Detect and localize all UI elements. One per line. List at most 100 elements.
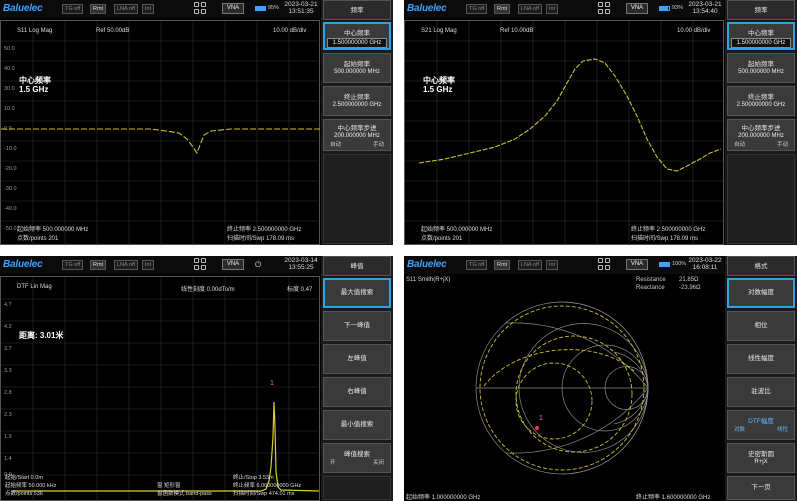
marker-point — [535, 426, 539, 430]
menu-title: 格式 — [727, 256, 795, 276]
center-freq-button[interactable]: 中心频率 1.500000000 GHz — [727, 22, 795, 50]
center-freq-button[interactable]: 中心频率 1.500000000 GHz — [323, 22, 391, 50]
remote-button[interactable]: Rmt — [90, 260, 107, 270]
layout-grid-icon[interactable] — [194, 258, 208, 272]
y-tick: -30.0 — [4, 186, 17, 192]
center-freq-value[interactable]: 1.500000000 GHz — [327, 38, 387, 48]
y-tick: -50.0 — [4, 226, 17, 232]
mode-indicator[interactable]: VNA — [222, 259, 244, 270]
trace-label: S11 Log Mag — [17, 28, 53, 34]
stop-freq-button[interactable]: 终止频率 2.500000000 GHz — [727, 86, 795, 116]
dtf-mag-button[interactable]: DTF幅度 对数 线性 — [727, 410, 795, 440]
mode-indicator[interactable]: VNA — [626, 3, 648, 14]
softkey-menu: 频率 中心频率 1.500000000 GHz 起始频率 500.000000 … — [725, 0, 797, 245]
min-search-button[interactable]: 最小值搜索 — [323, 410, 391, 440]
swr-button[interactable]: 驻波比 — [727, 377, 795, 407]
y-tick: -10.0 — [4, 146, 17, 152]
mode-indicator[interactable]: VNA — [222, 3, 244, 14]
tg-button[interactable]: TG off — [62, 4, 84, 14]
battery-icon — [659, 6, 670, 11]
trace-canvas — [405, 21, 725, 245]
start-freq-button[interactable]: 起始频率 500.000000 MHz — [323, 53, 391, 83]
marker-1-label[interactable]: 1 — [270, 380, 274, 387]
status-bar: Baluelec TG off Rmt LNA off Int VNA ⏻ 20… — [0, 256, 320, 274]
stop-freq-button[interactable]: 终止频率 2.500000000 GHz — [323, 86, 391, 116]
max-search-button[interactable]: 最大值搜索 — [323, 278, 391, 308]
y-tick: 50.0 — [4, 46, 15, 52]
mode-indicator[interactable]: VNA — [626, 259, 648, 270]
lin-mag-button[interactable]: 线性幅度 — [727, 344, 795, 374]
trace-plot[interactable]: S21 Log Mag Ref 10.00dB 10.00 dB/div 中心频… — [404, 20, 725, 245]
trace-plot[interactable]: DTF Lin Mag 线性刻度 0.00dTo/m 标度 0.47 距离: 3… — [0, 276, 321, 501]
marker-annotation: 中心频率 1.5 GHz — [19, 76, 51, 94]
next-page-button[interactable]: 下一页 — [727, 476, 795, 500]
sweep-time-label: 扫描时间/Swp 178.09 ms — [227, 236, 295, 242]
battery-icon — [659, 262, 670, 267]
points-label: 点数/points 201 — [17, 236, 59, 242]
lna-button[interactable]: LNA off — [518, 4, 542, 14]
power-plug-icon: ⏻ — [255, 260, 262, 269]
ref-int-button[interactable]: Int — [142, 4, 155, 14]
start-freq-label: 起始频率 50.000 kHz — [5, 483, 57, 489]
remote-button[interactable]: Rmt — [494, 260, 511, 270]
stop-distance-label: 终止/Stop 3.53m — [233, 475, 274, 481]
sweep-time-label: 扫描时间/Swp 178.09 ms — [631, 236, 699, 242]
start-freq-button[interactable]: 起始频率 500.000000 MHz — [727, 53, 795, 83]
ref-int-button[interactable]: Int — [142, 260, 155, 270]
lna-button[interactable]: LNA off — [114, 4, 138, 14]
points-label: 点数/points 536 — [5, 491, 43, 497]
peak-search-toggle[interactable]: 峰值搜索 开关闭 — [323, 443, 391, 473]
center-step-button[interactable]: 中心频率步进 200.000000 MHz 自动 手动 — [323, 119, 391, 151]
center-step-button[interactable]: 中心频率步进 200.000000 MHz 自动 手动 — [727, 119, 795, 151]
lna-button[interactable]: LNA off — [518, 260, 542, 270]
stop-freq-label: 终止频率 1.600000000 GHz — [636, 495, 711, 501]
log-mag-button[interactable]: 对数幅度 — [727, 278, 795, 308]
y-tick: 1.9 — [4, 434, 12, 440]
marker-1-label[interactable]: 1 — [539, 415, 543, 422]
remote-button[interactable]: Rmt — [90, 4, 107, 14]
phase-button[interactable]: 相位 — [727, 311, 795, 341]
sweep-time-label: 扫描时间/Swp 474.01 ms — [233, 491, 295, 497]
start-freq-label: 起始频率 500.000000 MHz — [421, 227, 493, 233]
y-tick: 3.3 — [4, 368, 12, 374]
layout-grid-icon[interactable] — [598, 258, 612, 272]
ref-label: 线性刻度 0.00dTo/m — [181, 287, 235, 293]
menu-title: 峰值 — [323, 256, 391, 276]
datetime: 2023-03-14 13:55:25 — [284, 257, 318, 271]
menu-title: 频率 — [727, 0, 795, 20]
marker-annotation: 距离: 3.01米 — [19, 331, 64, 340]
y-tick: 1.4 — [4, 456, 12, 462]
layout-grid-icon[interactable] — [598, 2, 612, 16]
screen-dtf-linmag: Baluelec TG off Rmt LNA off Int VNA ⏻ 20… — [0, 256, 393, 501]
lna-button[interactable]: LNA off — [114, 260, 138, 270]
tg-button[interactable]: TG off — [62, 260, 84, 270]
menu-empty-area — [727, 154, 795, 244]
trace-label: S11 Smith(R+jX) — [406, 277, 451, 283]
remote-button[interactable]: Rmt — [494, 4, 511, 14]
center-freq-value[interactable]: 1.500000000 GHz — [731, 38, 791, 48]
battery-icon — [255, 6, 266, 11]
start-freq-label: 起始频率 500.000000 MHz — [17, 227, 89, 233]
brand-logo: Baluelec — [407, 259, 447, 270]
menu-empty-area — [323, 154, 391, 244]
next-peak-button[interactable]: 下一峰值 — [323, 311, 391, 341]
right-peak-button[interactable]: 右峰值 — [323, 377, 391, 407]
ref-int-button[interactable]: Int — [546, 260, 559, 270]
ref-int-button[interactable]: Int — [546, 4, 559, 14]
screen-s11-smith: Baluelec TG off Rmt LNA off Int VNA 100%… — [404, 256, 797, 501]
smith-chart-button[interactable]: 史密斯圆 R+jX — [727, 443, 795, 473]
left-peak-button[interactable]: 左峰值 — [323, 344, 391, 374]
resistance-label: Resistance — [636, 277, 666, 283]
trace-canvas — [1, 21, 321, 245]
smith-chart-area[interactable]: S11 Smith(R+jX) Resistance 21.85Ω Reacta… — [404, 276, 724, 501]
tg-button[interactable]: TG off — [466, 260, 488, 270]
y-tick: 4.2 — [4, 324, 12, 330]
stop-freq-label: 终止频率 2.500000000 GHz — [227, 227, 302, 233]
stop-freq-label: 终止频率 6.000000000 GHz — [233, 483, 302, 489]
trace-plot[interactable]: S11 Log Mag Ref 50.00dB 10.00 dB/div 中心频… — [0, 20, 321, 245]
softkey-menu: 频率 中心频率 1.500000000 GHz 起始频率 500.000000 … — [321, 0, 393, 245]
layout-grid-icon[interactable] — [194, 2, 208, 16]
softkey-menu: 格式 对数幅度 相位 线性幅度 驻波比 DTF幅度 对数 线性 史密斯圆 R+jX… — [725, 256, 797, 501]
battery-percent: 100% — [672, 261, 687, 267]
tg-button[interactable]: TG off — [466, 4, 488, 14]
